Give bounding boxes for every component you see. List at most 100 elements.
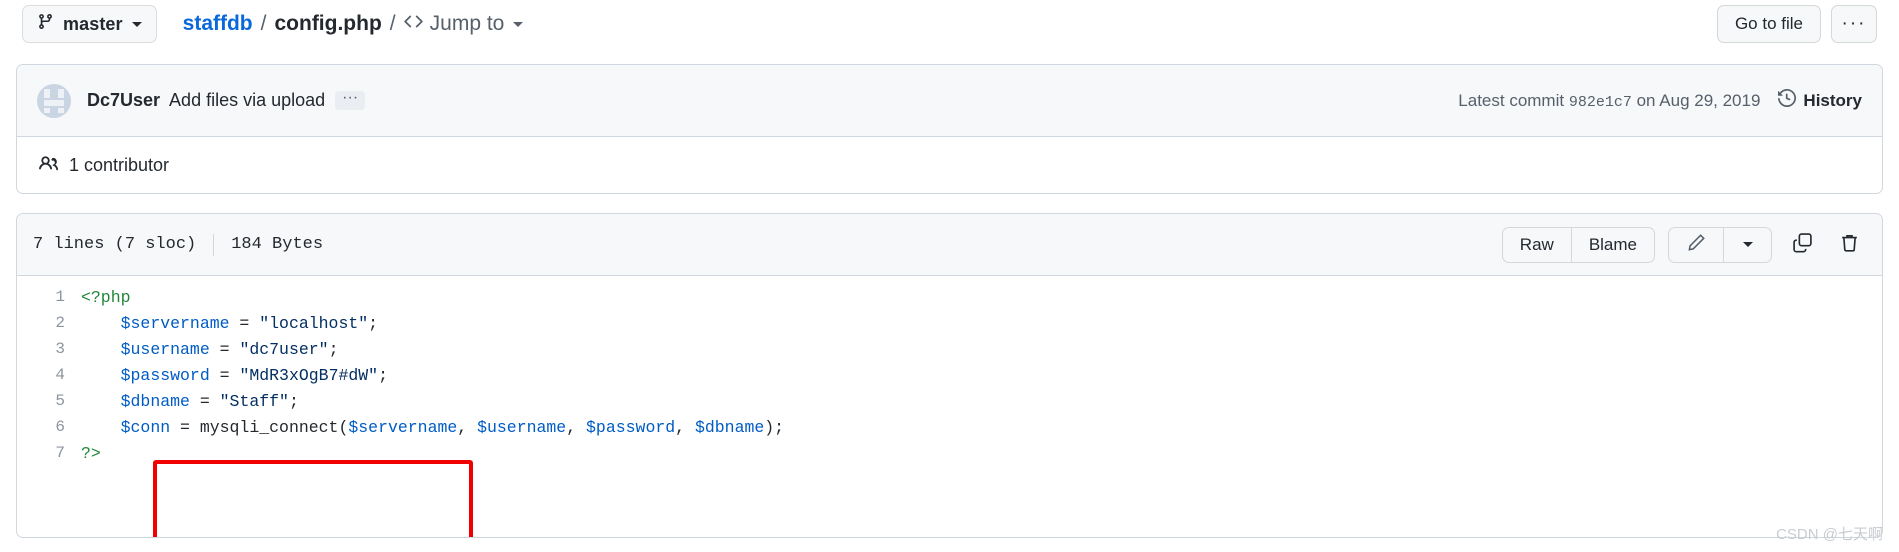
line-number[interactable]: 6 [17,418,81,436]
code-line: 4 $password = "MdR3xOgB7#dW"; [17,362,1882,388]
branch-name-label: master [63,13,123,34]
chevron-down-icon [131,21,142,27]
raw-button[interactable]: Raw [1501,226,1572,263]
breadcrumb-repo-link[interactable]: staffdb [183,12,253,36]
go-to-file-button[interactable]: Go to file [1716,5,1821,43]
code-token: $servername [348,417,458,437]
code-line: 3 $username = "dc7user"; [17,336,1882,362]
raw-blame-group: Raw Blame [1501,226,1655,263]
file-size: 184 Bytes [231,235,324,254]
code-token: ; [378,365,388,385]
more-options-button[interactable]: ··· [1831,5,1877,43]
breadcrumb-separator: / [260,12,267,35]
file-content-panel: 7 lines (7 sloc) 184 Bytes Raw Blame 1 <… [16,213,1883,538]
code-token: $username [477,417,567,437]
code-text: <?php [81,288,131,307]
breadcrumb-separator-2: / [389,12,396,35]
line-number[interactable]: 2 [17,314,81,332]
code-token: "MdR3xOgB7#dW" [239,365,379,385]
line-number[interactable]: 4 [17,366,81,384]
code-token: $dbname [120,391,190,411]
edit-file-button[interactable] [1668,226,1724,263]
code-token: = mysqli_connect( [170,417,349,437]
latest-commit-panel: Dc7User Add files via upload ··· Latest … [16,64,1883,194]
code-token: ); [764,417,785,437]
annotation-highlight-box [153,460,473,537]
watermark: CSDN @七天啊 [1776,526,1883,543]
commit-author-link[interactable]: Dc7User [87,90,160,111]
code-token: "localhost" [259,313,369,333]
code-text: $dbname = "Staff"; [81,392,299,411]
trash-icon [1839,232,1860,258]
branch-icon [37,13,54,35]
avatar [37,83,71,118]
code-token: $conn [120,417,171,437]
code-token: $username [120,339,210,359]
line-number[interactable]: 5 [17,392,81,410]
code-token: "Staff" [219,391,289,411]
code-token: = [189,391,220,411]
people-icon [39,154,59,178]
history-label: History [1803,90,1862,110]
chevron-down-icon [1742,242,1753,247]
code-line: 2 $servername = "localhost"; [17,310,1882,336]
code-listing[interactable]: 1 <?php 2 $servername = "localhost"; 3 $use… [17,276,1882,537]
code-token: ; [368,313,379,333]
commit-message-link[interactable]: Add files via upload [169,90,325,111]
contributors-row: 1 contributor [17,137,1882,194]
contributors-count-label[interactable]: 1 contributor [69,155,169,176]
code-token: = [209,365,240,385]
code-text: ?> [81,444,101,463]
code-token: , [566,417,587,437]
github-file-view: master staffdb / config.php / Jump to Go… [0,0,1899,552]
file-stats: 7 lines (7 sloc) 184 Bytes [33,233,324,256]
divider [213,233,215,256]
commit-sha-link[interactable]: 982e1c7 [1569,94,1632,111]
code-token: ?> [81,443,101,463]
code-token: , [457,417,478,437]
code-token: $password [120,365,210,385]
branch-selector-button[interactable]: master [22,5,157,43]
code-text: $password = "MdR3xOgB7#dW"; [81,366,388,385]
code-line: 6 $conn = mysqli_connect($servername, $u… [17,414,1882,440]
history-clock-icon [1778,88,1797,112]
file-nav-actions: Go to file ··· [1716,5,1877,43]
commit-meta: Latest commit 982e1c7 on Aug 29, 2019 Hi… [1458,88,1862,112]
code-token: = [229,313,260,333]
jump-to-button[interactable]: Jump to [403,12,524,37]
delete-file-button[interactable] [1832,228,1866,262]
copy-raw-contents-button[interactable] [1785,228,1819,262]
file-toolbar: 7 lines (7 sloc) 184 Bytes Raw Blame [17,214,1882,276]
latest-commit-prefix: Latest commit [1458,90,1565,110]
code-token: <?php [81,287,131,307]
line-number[interactable]: 3 [17,340,81,358]
code-token: $servername [120,313,230,333]
history-link[interactable]: History [1778,88,1862,112]
code-token: "dc7user" [239,339,329,359]
code-text: $conn = mysqli_connect($servername, $use… [81,418,784,437]
code-text: $username = "dc7user"; [81,339,339,359]
code-line: 5 $dbname = "Staff"; [17,388,1882,414]
code-text: $servername = "localhost"; [81,314,378,333]
code-line: 1 <?php [17,284,1882,310]
commit-date: on Aug 29, 2019 [1636,90,1761,110]
jump-to-chevron-down-icon [513,21,524,27]
file-line-count: 7 lines (7 sloc) [33,235,197,254]
code-token: $dbname [694,417,765,437]
commit-expand-button[interactable]: ··· [335,90,366,110]
edit-dropdown-button[interactable] [1724,226,1772,263]
jump-to-label: Jump to [429,12,505,35]
breadcrumb-file-name: config.php [274,12,382,35]
breadcrumb: staffdb / config.php / Jump to [183,12,524,37]
code-token: , [675,417,695,437]
edit-group [1668,226,1772,263]
blame-button[interactable]: Blame [1571,226,1655,263]
line-number[interactable]: 7 [17,444,81,462]
line-number[interactable]: 1 [17,288,81,306]
file-action-buttons: Raw Blame [1501,226,1866,263]
commit-row: Dc7User Add files via upload ··· Latest … [17,65,1882,137]
